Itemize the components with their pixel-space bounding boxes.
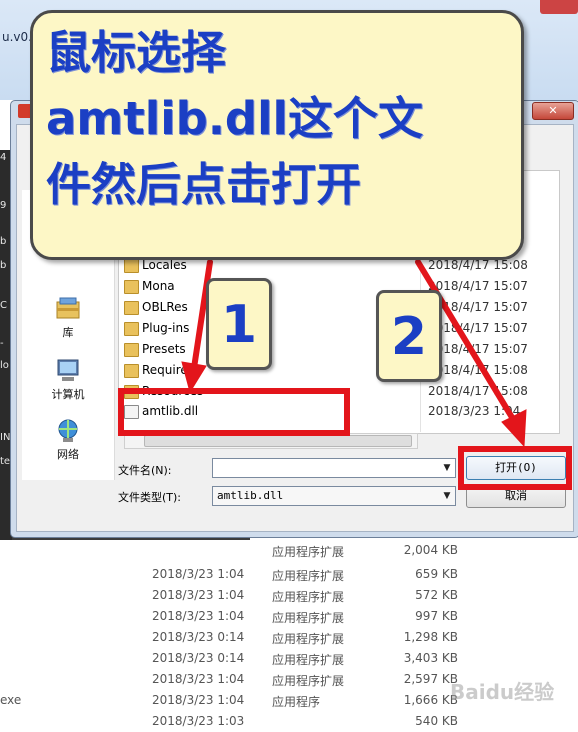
watermark-logo: Baidu经验 [450,680,555,704]
step-number-1: 1 [206,278,272,370]
instruction-line: 件然后点击打开 [46,158,362,211]
instruction-line: 鼠标选择 [46,26,227,79]
instruction-text: 鼠标选择 amtlib.dll这个文 件然后点击打开 [46,20,516,218]
instruction-line: amtlib.dll这个文 [46,92,423,145]
step-number-2: 2 [376,290,442,382]
